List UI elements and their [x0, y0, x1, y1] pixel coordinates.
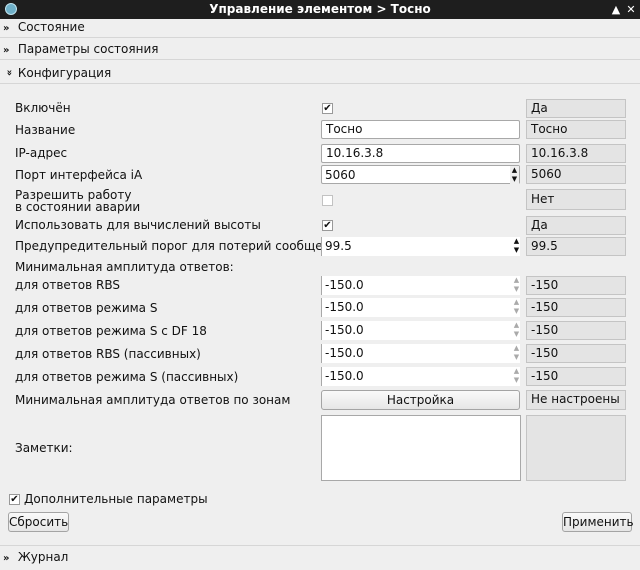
section-journal[interactable]: » Журнал — [0, 545, 640, 567]
amp-modes-passive-spinbox[interactable]: -150.0 — [321, 367, 520, 386]
section-state-params-label: Параметры состояния — [17, 42, 159, 56]
notes-textarea[interactable] — [321, 415, 521, 481]
section-state-params[interactable]: » Параметры состояния — [0, 38, 640, 60]
section-state-label: Состояние — [17, 20, 85, 34]
name-input[interactable]: Тосно — [321, 120, 520, 139]
section-config[interactable]: » Конфигурация — [0, 62, 640, 84]
notes-label: Заметки: — [15, 441, 73, 455]
zones-setup-button[interactable]: Настройка — [321, 390, 520, 410]
warn-threshold-value: 99.5 — [325, 239, 352, 253]
name-label: Название — [15, 123, 76, 137]
amp-rbs-label: для ответов RBS — [15, 278, 120, 292]
extra-params-label: Дополнительные параметры — [24, 492, 208, 506]
allow-alarm-display: Нет — [526, 189, 626, 210]
extra-params-checkbox[interactable]: ✔ — [9, 494, 20, 505]
spin-arrows-icon[interactable]: ▲ ▼ — [512, 298, 521, 317]
spin-arrows-icon[interactable]: ▲ ▼ — [510, 166, 519, 185]
amp-rbs-passive-value: -150.0 — [325, 346, 364, 360]
amp-rbs-spinbox[interactable]: -150.0 — [321, 276, 520, 295]
chevron-right-icon: » — [3, 23, 10, 34]
zones-display: Не настроены — [526, 390, 626, 410]
spin-arrows-icon[interactable]: ▲ ▼ — [512, 321, 521, 340]
amp-modes-passive-value: -150.0 — [325, 369, 364, 383]
warn-threshold-display: 99.5 — [526, 237, 626, 256]
port-display: 5060 — [526, 165, 626, 184]
min-amp-header: Минимальная амплитуда ответов: — [15, 260, 234, 274]
window-title: Управление элементом > Тосно — [209, 2, 431, 16]
allow-alarm-checkbox[interactable] — [322, 195, 333, 206]
amp-modes-display: -150 — [526, 298, 626, 317]
name-display: Тосно — [526, 120, 626, 139]
ip-label: IP-адрес — [15, 146, 68, 160]
enabled-checkbox[interactable]: ✔ — [322, 103, 333, 114]
amp-rbs-display: -150 — [526, 276, 626, 295]
amp-modes-value: -150.0 — [325, 300, 364, 314]
enabled-label: Включён — [15, 101, 71, 115]
warn-threshold-label: Предупредительный порог для потерий сооб… — [15, 239, 371, 253]
use-altitude-display: Да — [526, 216, 626, 235]
use-altitude-checkbox[interactable]: ✔ — [322, 220, 333, 231]
app-icon — [5, 3, 17, 15]
port-value: 5060 — [325, 168, 356, 182]
enabled-display: Да — [526, 99, 626, 118]
section-state[interactable]: » Состояние — [0, 16, 640, 38]
amp-modes-label: для ответов режима S — [15, 301, 158, 315]
warn-threshold-spinbox[interactable]: 99.5 — [321, 237, 520, 256]
spin-arrows-icon[interactable]: ▲ ▼ — [512, 367, 521, 386]
port-label: Порт интерфейса iA — [15, 168, 143, 182]
amp-rbs-passive-label: для ответов RBS (пассивных) — [15, 347, 201, 361]
section-config-label: Конфигурация — [17, 66, 112, 80]
amp-modes-df18-value: -150.0 — [325, 323, 364, 337]
amp-modes-passive-label: для ответов режима S (пассивных) — [15, 370, 239, 384]
notes-display — [526, 415, 626, 481]
amp-modes-df18-label: для ответов режима S с DF 18 — [15, 324, 207, 338]
section-journal-label: Журнал — [17, 550, 69, 564]
spin-arrows-icon[interactable]: ▲ ▼ — [512, 344, 521, 363]
amp-modes-df18-display: -150 — [526, 321, 626, 340]
allow-alarm-label-2: в состоянии аварии — [15, 200, 141, 214]
apply-button[interactable]: Применить — [562, 512, 634, 532]
amp-modes-df18-spinbox[interactable]: -150.0 — [321, 321, 520, 340]
amp-modes-spinbox[interactable]: -150.0 — [321, 298, 520, 317]
amp-rbs-value: -150.0 — [325, 278, 364, 292]
use-altitude-label: Использовать для вычислений высоты — [15, 218, 261, 232]
chevron-right-icon: » — [3, 45, 10, 56]
reset-button[interactable]: Сбросить — [8, 512, 69, 532]
zones-label: Минимальная амплитуда ответов по зонам — [15, 393, 291, 407]
ip-display: 10.16.3.8 — [526, 144, 626, 163]
spin-arrows-icon[interactable]: ▲ ▼ — [512, 237, 521, 256]
chevron-down-icon: » — [3, 69, 15, 76]
amp-rbs-passive-spinbox[interactable]: -150.0 — [321, 344, 520, 363]
amp-rbs-passive-display: -150 — [526, 344, 626, 363]
spin-arrows-icon[interactable]: ▲ ▼ — [512, 276, 521, 295]
port-spinbox[interactable]: 5060 ▲ ▼ — [321, 165, 520, 185]
amp-modes-passive-display: -150 — [526, 367, 626, 386]
ip-input[interactable]: 10.16.3.8 — [321, 144, 520, 163]
